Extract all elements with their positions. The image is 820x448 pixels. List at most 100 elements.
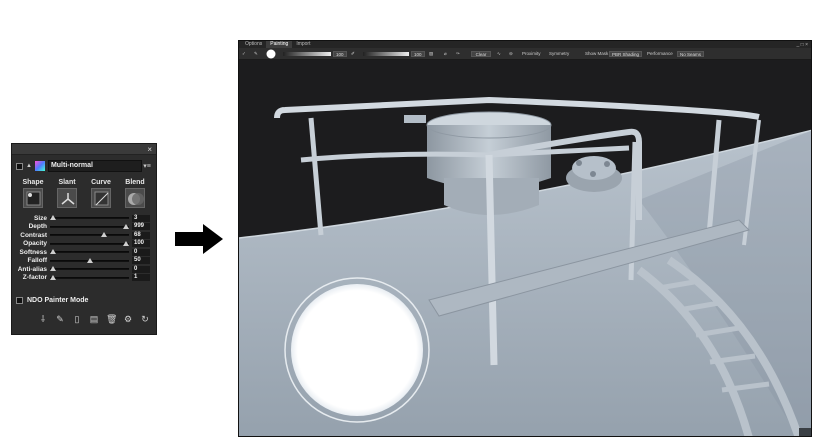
tab-bar: Options Painting Import _ □ × [239, 41, 811, 48]
preset-enable-toggle[interactable] [16, 162, 23, 170]
tool-slant[interactable]: Slant [53, 179, 81, 208]
delete-icon[interactable]: 🗑 [106, 314, 117, 324]
slider-opacity[interactable]: Opacity 100 [16, 240, 150, 249]
ndo-painter-mode-label: NDO Painter Mode [27, 296, 89, 304]
slider-contrast[interactable]: Contrast 68 [16, 231, 150, 240]
slider-label: Depth [28, 223, 47, 231]
brush-tools: Shape Slant Curve Blend [16, 179, 152, 208]
slider-value-field[interactable]: 68 [132, 231, 150, 239]
brush-icon[interactable]: ✓ [242, 50, 246, 58]
slider-label: Softness [19, 248, 47, 256]
close-icon[interactable]: × [147, 144, 152, 155]
slider-handle[interactable] [100, 232, 107, 238]
slider-depth[interactable]: Depth 999 [16, 223, 150, 232]
slider-falloff[interactable]: Falloff 50 [16, 257, 150, 266]
clear-button[interactable]: Clear [471, 51, 491, 57]
slider-handle[interactable] [122, 223, 129, 229]
brush-tip-icon[interactable] [266, 49, 276, 59]
shape-icon[interactable] [23, 188, 43, 208]
slider-handle[interactable] [50, 274, 57, 280]
size-slider[interactable] [283, 52, 331, 56]
blend-icon[interactable] [125, 188, 145, 208]
size-field[interactable]: 100 [333, 51, 347, 57]
proximity-dropdown[interactable]: Proximity [522, 50, 541, 58]
tool-blend[interactable]: Blend [121, 179, 149, 208]
slider-value-field[interactable]: 999 [132, 223, 150, 231]
slider-size[interactable]: Size 3 [16, 214, 150, 223]
slider-value-field[interactable]: 0 [132, 248, 150, 256]
refresh-icon[interactable]: ↻ [140, 314, 150, 324]
tab-painting[interactable]: Painting [266, 41, 293, 48]
no-seams-button[interactable]: No Seams [677, 51, 705, 57]
slider-value-field[interactable]: 0 [132, 265, 150, 273]
slider-track[interactable] [50, 215, 129, 221]
slant-icon[interactable] [57, 188, 77, 208]
slider-track[interactable] [50, 249, 129, 255]
expand-arrow-icon[interactable]: ▲ [26, 163, 32, 169]
slider-track[interactable] [50, 232, 129, 238]
save-doc-icon[interactable]: ▤ [89, 314, 99, 324]
menu-icon[interactable]: ▾≡ [142, 162, 152, 170]
slider-label: Contrast [20, 231, 47, 239]
slider-handle[interactable] [50, 249, 57, 255]
performance-dropdown[interactable]: Performance [647, 50, 673, 58]
slider-softness[interactable]: Softness 0 [16, 248, 150, 257]
settings-icon[interactable]: ⚙ [123, 314, 133, 324]
slider-label: Anti-alias [17, 265, 47, 273]
tool-label: Curve [91, 179, 111, 186]
pick-icon[interactable]: ✑ [456, 50, 460, 58]
slider-track[interactable] [50, 257, 129, 263]
material-icon[interactable]: ✎ [55, 314, 65, 324]
preset-row: ▲ Multi-normal ▾≡ [16, 159, 152, 173]
slider-track[interactable] [50, 240, 129, 246]
window-controls[interactable]: _ □ × [797, 42, 812, 48]
curve-icon[interactable] [91, 188, 111, 208]
slider-value-field[interactable]: 1 [132, 274, 150, 282]
ndo-painter-mode-checkbox[interactable] [16, 296, 23, 304]
slider-z-factor[interactable]: Z-factor 1 [16, 274, 150, 283]
slider-track[interactable] [50, 266, 129, 272]
eraser-icon[interactable]: ✎ [254, 50, 258, 58]
slider-value-field[interactable]: 100 [132, 240, 150, 248]
tab-import[interactable]: Import [292, 41, 314, 48]
screenshot-stage: × ▲ Multi-normal ▾≡ Shape Slant Curve Bl… [0, 0, 820, 448]
shading-dropdown[interactable]: PBR Shading [609, 51, 643, 57]
lazy-mouse-icon[interactable]: ⊖ [509, 50, 513, 58]
panel-titlebar[interactable]: × [12, 144, 156, 155]
show-mask-toggle[interactable]: Show Mask [585, 50, 608, 58]
slider-group: Size 3 Depth 999 Contrast 68 Opacity 100 Softnes… [16, 214, 150, 282]
tab-options[interactable]: Options [241, 41, 266, 48]
tool-shape[interactable]: Shape [19, 179, 47, 208]
ndo-painter-mode-row[interactable]: NDO Painter Mode [16, 295, 152, 305]
slider-value-field[interactable]: 50 [132, 257, 150, 265]
new-doc-icon[interactable]: ▯ [72, 314, 82, 324]
tool-label: Blend [125, 179, 145, 186]
painting-toolbar: ✓ ✎ 100 ✐ 100 ▨ ⌀ ✑ Clear ∿ ⊖ Proximity … [239, 48, 811, 60]
slider-track[interactable] [50, 274, 129, 280]
slider-track[interactable] [50, 223, 129, 229]
tool-label: Slant [58, 179, 76, 186]
brush-picker-icon[interactable]: ⸸ [38, 314, 48, 324]
slider-handle[interactable] [122, 240, 129, 246]
pen-pressure-icon[interactable]: ✐ [351, 50, 355, 58]
tool-label: Shape [22, 179, 44, 186]
slider-label: Size [33, 214, 47, 222]
symmetry-dropdown[interactable]: Symmetry [549, 50, 569, 58]
tool-curve[interactable]: Curve [87, 179, 115, 208]
painting-app-window: Options Painting Import _ □ × ✓ ✎ 100 ✐ … [238, 40, 812, 437]
stencil-icon[interactable]: ▨ [429, 50, 433, 58]
opacity-slider[interactable] [363, 52, 409, 56]
3d-viewport[interactable] [239, 60, 812, 437]
slider-value-field[interactable]: 3 [132, 214, 150, 222]
stroke-icon[interactable]: ∿ [497, 50, 501, 58]
slider-anti-alias[interactable]: Anti-alias 0 [16, 265, 150, 274]
opacity-field[interactable]: 100 [411, 51, 425, 57]
slider-handle[interactable] [50, 266, 57, 272]
brush-settings-panel: × ▲ Multi-normal ▾≡ Shape Slant Curve Bl… [11, 143, 157, 335]
mirror-icon[interactable]: ⌀ [444, 50, 447, 58]
slider-handle[interactable] [50, 215, 57, 221]
slider-handle[interactable] [86, 257, 93, 263]
panel-icon-bar: ⸸ ✎ ▯ ▤ 🗑 ⚙ ↻ [16, 314, 152, 324]
normal-map-swatch-icon [34, 161, 45, 171]
preset-name-field[interactable]: Multi-normal [47, 160, 142, 172]
